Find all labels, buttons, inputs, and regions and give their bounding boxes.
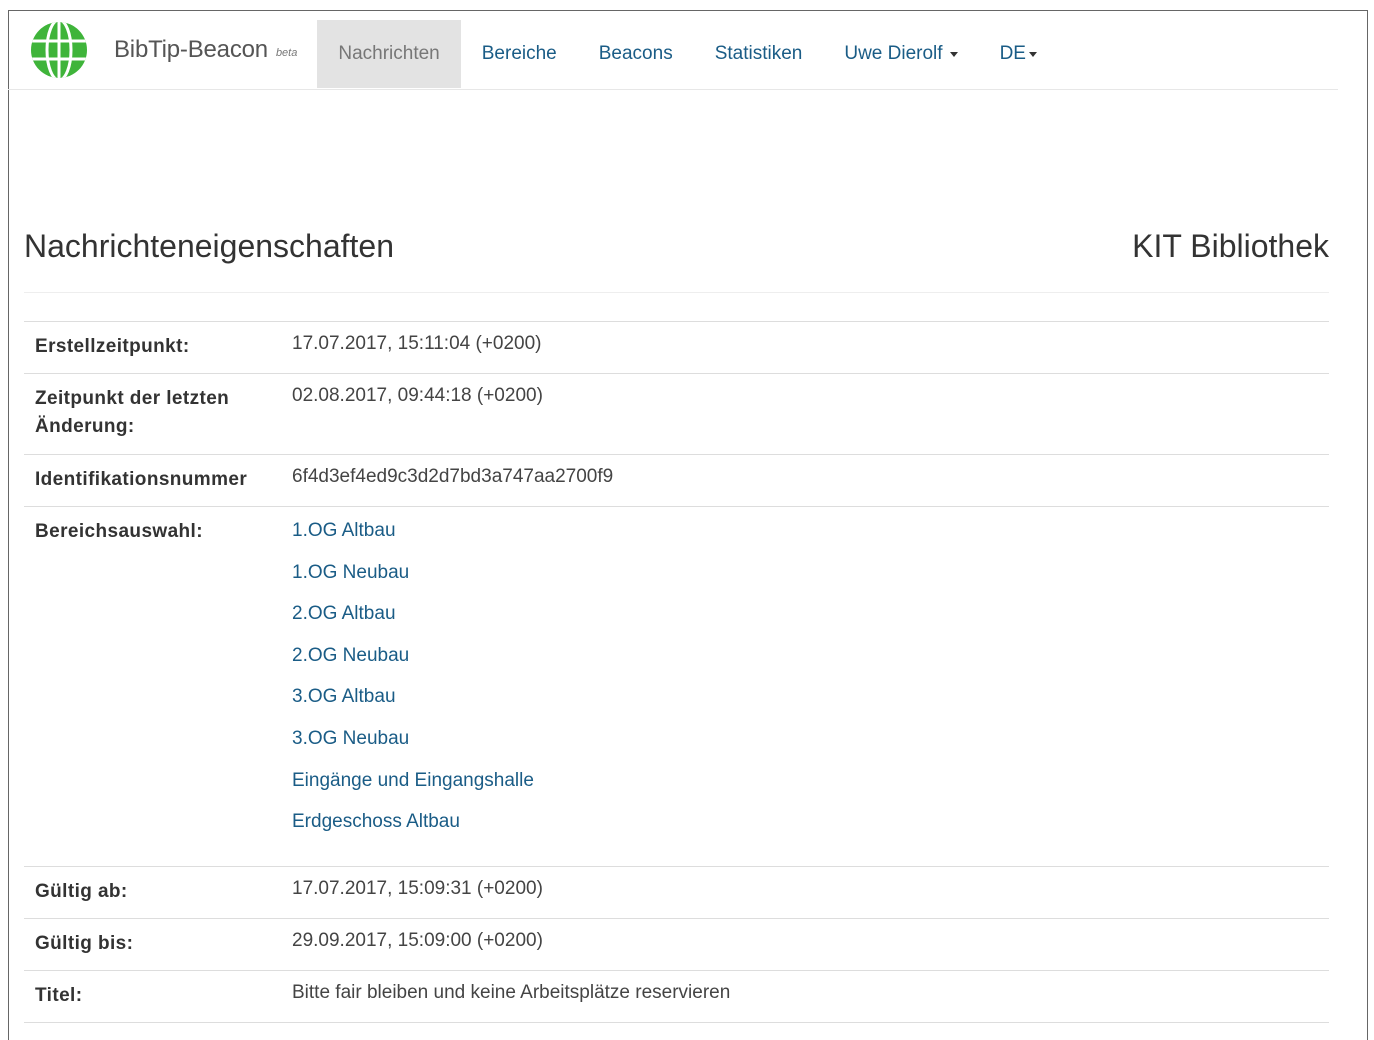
nav-item-bereiche[interactable]: Bereiche: [461, 20, 578, 88]
area-link-1og-neubau[interactable]: 1.OG Neubau: [292, 561, 1329, 603]
brand-link[interactable]: BibTip-Beacon beta: [8, 11, 297, 89]
language-label: DE: [999, 43, 1026, 64]
nav-item-label: Nachrichten: [338, 43, 440, 64]
table-row: Gültig ab: 17.07.2017, 15:09:31 (+0200): [24, 865, 1329, 919]
area-list: 1.OG Altbau 1.OG Neubau 2.OG Altbau 2.OG…: [292, 507, 1329, 866]
areas-value: 1.OG Altbau 1.OG Neubau 2.OG Altbau 2.OG…: [292, 506, 1329, 867]
nav-item-label: Statistiken: [714, 43, 803, 64]
page-header: Nachrichteneigenschaften KIT Bibliothek: [24, 222, 1329, 293]
created-value: 17.07.2017, 15:11:04 (+0200): [292, 321, 1329, 374]
area-link-1og-altbau[interactable]: 1.OG Altbau: [292, 519, 1329, 561]
page-title: Nachrichteneigenschaften: [24, 228, 395, 264]
table-row: Gültig bis: 29.09.2017, 15:09:00 (+0200): [24, 917, 1329, 971]
valid-to-value: 29.09.2017, 15:09:00 (+0200): [292, 917, 1329, 971]
modified-label: Zeitpunkt der letzten Änderung:: [24, 373, 292, 455]
caret-down-icon: [1028, 51, 1037, 57]
brand-name: BibTip-Beacon: [114, 36, 268, 63]
table-row: Erstellzeitpunkt: 17.07.2017, 15:11:04 (…: [24, 321, 1329, 374]
user-menu-dropdown[interactable]: Uwe Dierolf: [823, 20, 978, 88]
caret-down-icon: [949, 51, 958, 57]
table-row: Titel: Bitte fair bleiben und keine Arbe…: [24, 969, 1329, 1023]
table-row: Bereichsauswahl: 1.OG Altbau 1.OG Neubau…: [24, 506, 1329, 867]
area-link-erdgeschoss-altbau[interactable]: Erdgeschoss Altbau: [292, 810, 1329, 852]
valid-from-label: Gültig ab:: [24, 865, 292, 919]
nav-item-nachrichten[interactable]: Nachrichten: [317, 20, 461, 88]
nav-item-beacons[interactable]: Beacons: [578, 20, 694, 88]
area-link-2og-neubau[interactable]: 2.OG Neubau: [292, 644, 1329, 686]
nav-item-label: Beacons: [598, 43, 673, 64]
modified-value: 02.08.2017, 09:44:18 (+0200): [292, 373, 1329, 455]
areas-label: Bereichsauswahl:: [24, 506, 292, 867]
id-value: 6f4d3ef4ed9c3d2d7bd3a747aa2700f9: [292, 454, 1329, 507]
title-label: Titel:: [24, 969, 292, 1023]
table-row: Zeitpunkt der letzten Änderung: 02.08.20…: [24, 373, 1329, 455]
modified-label-line2: Änderung:: [35, 416, 135, 437]
green-globe-icon: [31, 22, 87, 78]
valid-to-label: Gültig bis:: [24, 917, 292, 971]
top-navbar: BibTip-Beacon beta Nachrichten Bereiche …: [8, 11, 1338, 90]
area-link-eingaenge[interactable]: Eingänge und Eingangshalle: [292, 769, 1329, 811]
id-label: Identifikationsnummer: [24, 454, 292, 507]
message-details-table: Erstellzeitpunkt: 17.07.2017, 15:11:04 (…: [24, 321, 1329, 1023]
area-link-3og-neubau[interactable]: 3.OG Neubau: [292, 727, 1329, 769]
area-link-2og-altbau[interactable]: 2.OG Altbau: [292, 602, 1329, 644]
nav-item-label: Bereiche: [481, 43, 557, 64]
user-name: Uwe Dierolf: [844, 43, 943, 64]
title-value: Bitte fair bleiben und keine Arbeitsplät…: [292, 969, 1329, 1023]
created-label: Erstellzeitpunkt:: [24, 321, 292, 374]
nav-menu: Nachrichten Bereiche Beacons Statistiken…: [317, 11, 1058, 89]
language-dropdown[interactable]: DE: [979, 20, 1058, 88]
brand-beta-tag: beta: [275, 47, 298, 59]
library-name: KIT Bibliothek: [1132, 228, 1329, 264]
valid-from-value: 17.07.2017, 15:09:31 (+0200): [292, 865, 1329, 919]
nav-item-statistiken[interactable]: Statistiken: [694, 20, 824, 88]
table-row: Identifikationsnummer 6f4d3ef4ed9c3d2d7b…: [24, 454, 1329, 507]
area-link-3og-altbau[interactable]: 3.OG Altbau: [292, 685, 1329, 727]
modified-label-line1: Zeitpunkt der letzten: [35, 388, 230, 409]
